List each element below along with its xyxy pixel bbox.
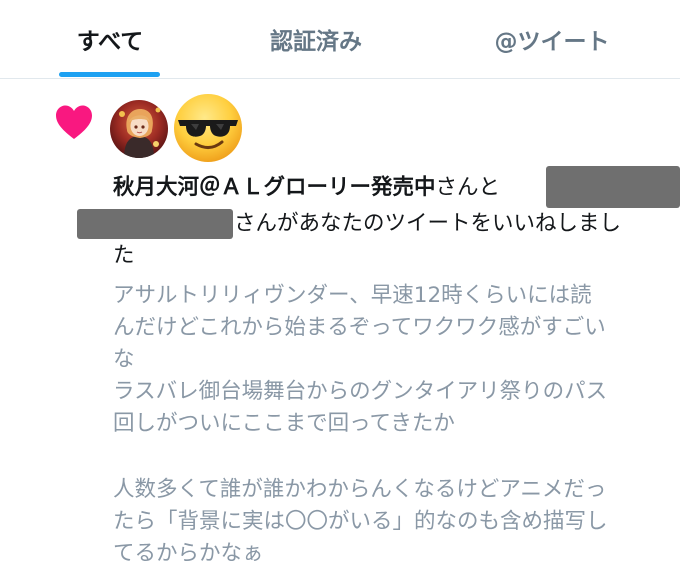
tweet-line: てるからかなぁ xyxy=(113,541,264,566)
notification-tabs: すべて 認証済み @ツイート xyxy=(0,0,680,79)
tweet-line: たら「背景に実は〇〇がいる」的なのも含め描写し xyxy=(113,509,608,534)
notification-actors: 秋月大河＠ＡＬグローリー発売中さんと xyxy=(113,172,500,204)
redacted-username xyxy=(546,166,680,208)
sunglasses-emoji-avatar[interactable] xyxy=(172,92,244,164)
redacted-username xyxy=(77,209,233,239)
heart-icon xyxy=(56,105,92,139)
tab-mentions[interactable]: @ツイート xyxy=(462,0,642,78)
tweet-line: んだけどこれから始まるぞってワクワク感がすごい xyxy=(113,315,606,340)
tweet-line: ラスバレ御台場舞台からのグンタイアリ祭りのパス xyxy=(113,379,608,404)
active-tab-indicator xyxy=(59,72,160,77)
tweet-line: 回しがついにここまで回ってきたか xyxy=(113,411,455,436)
notification-action-text: さんがあなたのツイートをいいねしまし xyxy=(234,211,622,236)
notification-action-text-wrap: た xyxy=(113,243,135,268)
tweet-line: な xyxy=(113,347,135,372)
avatar[interactable] xyxy=(110,100,168,158)
actor-conjunction: さんと xyxy=(435,175,501,200)
notifications-screen: すべて 認証済み @ツイート 秋月大河＠ＡＬグローリー発売中さんと さんがあなた… xyxy=(0,0,680,575)
tab-all[interactable]: すべて xyxy=(30,0,190,78)
tweet-line: 人数多くて誰が誰かわからんくなるけどアニメだっ xyxy=(113,477,607,502)
tweet-line: アサルトリリィヴンダー、早速12時くらいには読 xyxy=(113,283,592,308)
actor-name[interactable]: 秋月大河＠ＡＬグローリー発売中 xyxy=(113,175,436,200)
tab-verified[interactable]: 認証済み xyxy=(234,0,398,78)
